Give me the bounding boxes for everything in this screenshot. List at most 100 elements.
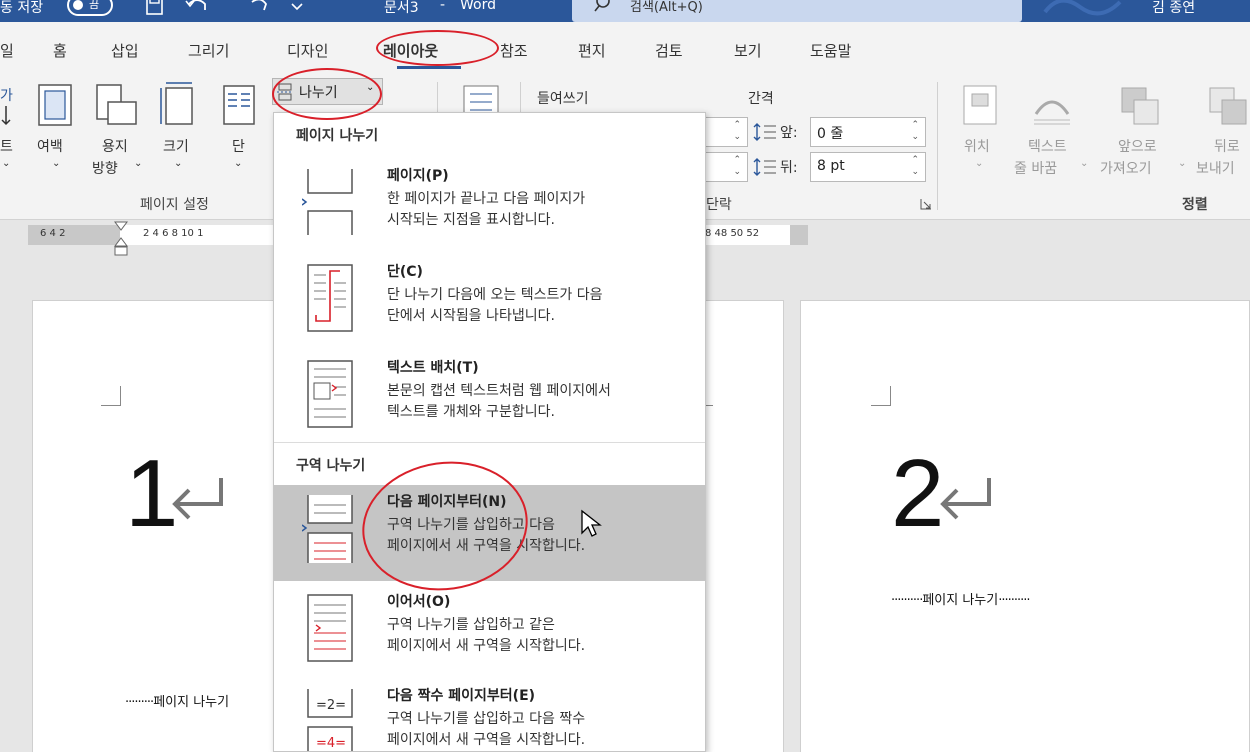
text-direction-chevron-icon[interactable]: ⌄ [2, 158, 10, 169]
search-box[interactable]: 검색(Alt+Q) [572, 0, 1022, 22]
columns-button[interactable]: 단 [232, 136, 245, 156]
svg-text:가: 가 [0, 88, 13, 104]
title-separator: - [440, 0, 446, 13]
wrap-text-chevron-icon[interactable]: ⌄ [1080, 158, 1088, 169]
margins-chevron-icon[interactable]: ⌄ [52, 158, 60, 169]
tab-view[interactable]: 보기 [734, 40, 762, 61]
column-break-icon [307, 264, 353, 332]
size-button[interactable]: 크기 [163, 136, 189, 156]
indent-right-stepper[interactable]: ⌃ ⌄ [700, 152, 748, 182]
breaks-menu: 페이지 나누기 페이지(P) 한 페이지가 끝나고 다음 페이지가 시작되는 지… [273, 112, 706, 752]
continuous-section-icon [307, 594, 353, 662]
svg-text:=2=: =2= [316, 698, 346, 713]
paragraph-dialog-launcher-icon[interactable] [920, 198, 932, 210]
paragraph-mark-icon [172, 478, 223, 520]
tab-draw[interactable]: 그리기 [188, 40, 229, 61]
bring-forward-chevron-icon[interactable]: ⌄ [1178, 158, 1186, 169]
section-breaks-heading: 구역 나누기 [296, 458, 366, 474]
margin-corner-mark [871, 386, 891, 406]
spacing-after-stepper[interactable]: 8 pt ⌃ ⌄ [810, 152, 926, 182]
customize-toolbar-chevron-icon[interactable] [290, 2, 304, 12]
position-button[interactable]: 위치 [964, 136, 990, 156]
margin-corner-mark [101, 386, 121, 406]
size-icon [160, 82, 193, 125]
columns-chevron-icon[interactable]: ⌄ [234, 158, 242, 169]
decorative-pattern-icon [1043, 0, 1122, 16]
indent-label: 들여쓰기 [537, 91, 589, 107]
page-setup-group-label: 페이지 설정 [140, 197, 209, 213]
orientation-icon [96, 84, 137, 125]
redo-icon[interactable] [248, 0, 270, 18]
page-break-marker-1: ·········페이지 나누기 [125, 695, 230, 710]
tab-file[interactable]: 일 [0, 40, 14, 61]
text-direction-icon: 가 [0, 88, 13, 126]
send-backward-icon [1209, 87, 1247, 125]
tab-review[interactable]: 검토 [655, 40, 683, 61]
ribbon-separator [937, 82, 938, 210]
wrap-text-label-2[interactable]: 줄 바꿈 [1014, 158, 1057, 178]
save-icon[interactable] [144, 0, 166, 18]
page-break-marker-2: ··········페이지 나누기·········· [891, 593, 1031, 608]
page-break-icon [302, 169, 353, 235]
title-bar: 동 저장 끔 문서3 - Word 검색(Alt+Q) 김 종연 [0, 0, 1250, 22]
menu-item-even-page-section-break[interactable]: =2= =4= 다음 짝수 페이지부터(E) 구역 나누기를 삽입하고 다음 짝수… [274, 679, 705, 751]
tab-design[interactable]: 디자인 [287, 40, 328, 61]
annotation-circle-layout-tab [376, 30, 499, 66]
arrange-group-label: 정렬 [1182, 197, 1208, 213]
menu-item-column-break[interactable]: 단(C) 단 나누기 다음에 오는 텍스트가 다음 단에서 시작됨을 나타냅니다… [274, 255, 705, 351]
next-page-section-icon [302, 495, 353, 563]
send-backward-label-1[interactable]: 뒤로 [1214, 136, 1240, 156]
autosave-toggle[interactable]: 끔 [67, 0, 113, 16]
menu-item-continuous-section-break[interactable]: 이어서(O) 구역 나누기를 삽입하고 같은 페이지에서 새 구역을 시작합니다… [274, 585, 705, 681]
position-icon [963, 85, 997, 125]
document-page-2[interactable]: 2 ··········페이지 나누기·········· [800, 300, 1250, 752]
tab-home[interactable]: 홈 [53, 40, 67, 61]
page-breaks-heading: 페이지 나누기 [296, 128, 379, 144]
tab-insert[interactable]: 삽입 [111, 40, 139, 61]
ruler-right-numbers: 2 4 6 8 10 1 [143, 228, 204, 239]
document-title: 문서3 [384, 0, 419, 16]
tab-mailings[interactable]: 편지 [578, 40, 606, 61]
spacing-before-icon [753, 123, 776, 141]
bring-forward-label-1[interactable]: 앞으로 [1118, 136, 1157, 156]
indent-marker-icon[interactable] [113, 220, 129, 258]
spacing-before-stepper[interactable]: 0 줄 ⌃ ⌄ [810, 117, 926, 147]
size-chevron-icon[interactable]: ⌄ [174, 158, 182, 169]
position-chevron-icon[interactable]: ⌄ [975, 158, 983, 169]
ruler-left-numbers: 6 4 2 [40, 228, 66, 239]
app-name: Word [460, 0, 496, 13]
orientation-label-2[interactable]: 방향 [92, 158, 118, 178]
spacing-after-icon [753, 158, 776, 176]
paragraph-group-label: 단락 [706, 197, 732, 213]
columns-icon [223, 85, 255, 125]
ribbon-tabs: 일 홈 삽입 그리기 디자인 레이아웃 참조 편지 검토 보기 도움말 [0, 22, 1250, 72]
menu-item-page-break[interactable]: 페이지(P) 한 페이지가 끝나고 다음 페이지가 시작되는 지점을 표시합니다… [274, 159, 705, 255]
orientation-label-1[interactable]: 용지 [102, 136, 128, 156]
page2-number-text: 2 [891, 440, 945, 547]
mouse-cursor-icon [581, 509, 602, 537]
spacing-label: 간격 [748, 91, 774, 107]
indent-left-stepper[interactable]: ⌃ ⌄ [700, 117, 748, 147]
spacing-before-label: 앞: [780, 125, 798, 141]
send-backward-label-2[interactable]: 보내기 [1196, 158, 1235, 178]
bring-forward-icon [1121, 87, 1159, 125]
undo-icon[interactable] [185, 0, 213, 18]
wrap-text-label-1[interactable]: 텍스트 [1028, 136, 1067, 156]
paragraph-mark-icon [940, 478, 991, 520]
margins-icon [38, 84, 72, 126]
user-name[interactable]: 김 종연 [1152, 0, 1195, 17]
bring-forward-label-2[interactable]: 가져오기 [1100, 158, 1152, 178]
ruler-tail-numbers: 8 48 50 52 [705, 228, 760, 239]
svg-text:=4=: =4= [316, 736, 346, 751]
margins-button[interactable]: 여백 [37, 136, 63, 156]
text-wrapping-icon [307, 360, 353, 428]
text-direction-button[interactable]: 트 [0, 136, 13, 156]
spacing-after-label: 뒤: [780, 160, 798, 176]
orientation-chevron-icon[interactable]: ⌄ [134, 158, 142, 169]
menu-item-text-wrapping-break[interactable]: 텍스트 배치(T) 본문의 캡션 텍스트처럼 웹 페이지에서 텍스트를 개체와 … [274, 351, 705, 447]
tab-help[interactable]: 도움말 [810, 40, 851, 61]
autosave-label: 동 저장 [0, 0, 44, 16]
search-icon [594, 0, 610, 12]
even-page-section-icon: =2= =4= [307, 689, 353, 751]
tab-references[interactable]: 참조 [500, 40, 528, 61]
